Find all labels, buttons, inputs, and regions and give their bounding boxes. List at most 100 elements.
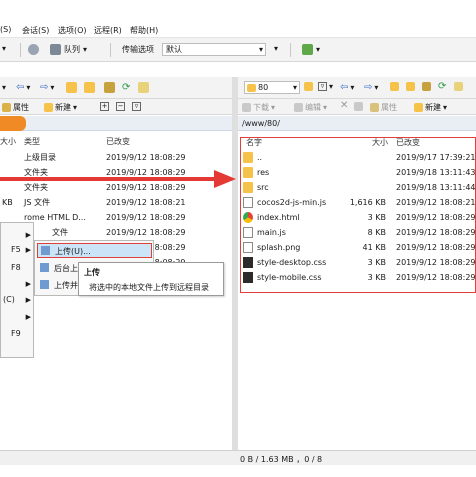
local-drive-dropdown[interactable]: ▾ — [2, 83, 6, 92]
menu-bar: (S) 会话(S) 选项(O) 远程(R) 帮助(H) — [0, 20, 476, 38]
submenu-item-upload-label: 上传(U)... — [55, 247, 91, 256]
spacer — [0, 63, 476, 77]
chevron-down-icon: ▾ — [2, 83, 7, 92]
find-icon — [454, 82, 463, 91]
remote-action-toolbar: 下载 ▾ 编辑 ▾ ✕ 属性 新建 ▾ — [238, 99, 476, 115]
menu-item-help[interactable]: 帮助(H) — [130, 25, 158, 36]
context-menu-item-f8[interactable]: F8 — [11, 263, 21, 272]
new-label: 新建 — [425, 103, 441, 112]
submenu-arrow-icon: ▶ — [25, 313, 31, 321]
remote-open-button[interactable] — [304, 82, 313, 91]
remote-refresh-button[interactable]: ⟳ — [438, 81, 446, 92]
toolbar-dropdown[interactable]: ▾ — [2, 44, 6, 53]
refresh-icon: ⟳ — [438, 81, 447, 92]
local-row[interactable]: rome HTML D... 2019/9/12 18:08:29 — [0, 210, 232, 224]
local-root-button[interactable] — [84, 82, 95, 93]
remote-path-bar[interactable]: /www/80/ — [238, 116, 476, 131]
remote-properties-button[interactable]: 属性 — [370, 102, 397, 113]
submenu-arrow-icon: ▶ — [25, 296, 31, 304]
menu-item-options[interactable]: 选项(O) — [58, 25, 87, 36]
local-unselect-button[interactable]: − — [116, 102, 125, 111]
sync-button[interactable] — [28, 44, 39, 55]
remote-new-button[interactable]: 新建 ▾ — [414, 102, 447, 113]
remote-find-button[interactable] — [454, 82, 463, 91]
status-text: 0 B / 1.63 MB ，0 / 8 — [240, 455, 323, 464]
chevron-down-icon: ▾ — [323, 103, 328, 112]
properties-icon — [2, 103, 11, 112]
local-col-type[interactable]: 类型 — [24, 136, 40, 147]
remote-up-button[interactable] — [390, 82, 399, 91]
remote-delete-button[interactable]: ✕ — [340, 100, 348, 111]
chevron-down-icon: ▾ — [443, 103, 448, 112]
red-arrow-icon — [0, 170, 236, 188]
local-up-button[interactable] — [66, 82, 77, 93]
remote-edit-button[interactable]: 编辑 ▾ — [294, 102, 327, 113]
forward-arrow-icon: ⇨ — [40, 82, 49, 93]
submenu-arrow-icon: ▶ — [25, 280, 31, 288]
folder-up-icon — [66, 82, 77, 93]
remote-filter-button[interactable]: ▿ ▾ — [318, 82, 333, 91]
back-arrow-icon: ⇦ — [16, 82, 25, 93]
queue-label: 队列 — [64, 45, 80, 54]
local-refresh-button[interactable]: ⟳ — [122, 82, 130, 93]
local-row[interactable]: KB JS 文件 2019/9/12 18:08:21 — [0, 195, 232, 209]
filter-icon: ▿ — [318, 82, 327, 91]
context-menu-item-upload[interactable]: F5 — [11, 245, 21, 254]
menu-item-session-tail[interactable]: (S) — [0, 25, 11, 34]
home-icon — [422, 82, 431, 91]
local-col-modified[interactable]: 已改变 — [106, 136, 130, 147]
local-select-button[interactable]: + — [100, 102, 109, 111]
transfer-option-value: 默认 — [166, 45, 182, 54]
remote-root-button[interactable] — [406, 82, 415, 91]
chevron-down-icon: ▾ — [374, 83, 379, 92]
new-folder-icon — [414, 103, 423, 112]
home-icon — [104, 82, 115, 93]
download-label: 下载 — [253, 103, 269, 112]
context-menu-item-c[interactable]: (C) — [3, 295, 15, 304]
chevron-down-icon: ▾ — [329, 82, 334, 91]
new-folder-icon — [44, 103, 53, 112]
remote-rename-button[interactable] — [354, 102, 363, 111]
chevron-down-icon: ▾ — [2, 44, 7, 53]
submenu-arrow-icon: ▶ — [25, 231, 31, 239]
remote-forward-button[interactable]: ⇨ ▾ — [364, 82, 378, 93]
transfer-settings-dropdown[interactable]: ▾ — [274, 44, 278, 53]
download-icon — [242, 103, 251, 112]
queue-button[interactable]: 队列 ▾ — [50, 44, 87, 55]
context-menu-item-f9[interactable]: F9 — [11, 329, 21, 338]
local-properties-button[interactable]: 属性 — [2, 102, 29, 113]
tooltip: 上传 将选中的本地文件上传到远程目录 — [78, 262, 224, 296]
forward-arrow-icon: ⇨ — [364, 82, 373, 93]
local-row[interactable]: 上级目录 2019/9/12 18:08:29 — [0, 150, 232, 164]
properties-label: 属性 — [381, 103, 397, 112]
local-home-button[interactable] — [104, 82, 115, 93]
remote-download-button[interactable]: 下载 ▾ — [242, 102, 275, 113]
local-filter-button[interactable]: ▿ — [132, 102, 141, 111]
menu-item-session[interactable]: 会话(S) — [22, 25, 49, 36]
connect-button[interactable]: ▾ — [302, 44, 320, 55]
menu-item-remote[interactable]: 远程(R) — [94, 25, 122, 36]
remote-home-button[interactable] — [422, 82, 431, 91]
local-col-size[interactable]: 大小 — [0, 136, 16, 147]
local-row[interactable]: 文件 2019/9/12 18:08:29 — [0, 225, 232, 239]
transfer-option-select[interactable]: 默认 ▾ — [162, 43, 266, 56]
folder-icon — [247, 83, 256, 92]
upload-icon — [41, 246, 50, 255]
local-action-toolbar: 属性 新建 ▾ + − ▿ — [0, 99, 232, 115]
remote-back-button[interactable]: ⇦ ▾ — [340, 82, 354, 93]
chevron-down-icon: ▾ — [50, 83, 55, 92]
local-find-button[interactable] — [138, 82, 149, 93]
local-back-button[interactable]: ⇦ ▾ — [16, 82, 30, 93]
local-new-button[interactable]: 新建 ▾ — [44, 102, 77, 113]
toolbar-separator — [110, 43, 111, 57]
plus-icon: + — [100, 102, 109, 111]
tooltip-title: 上传 — [84, 268, 100, 277]
local-forward-button[interactable]: ⇨ ▾ — [40, 82, 54, 93]
context-menu: ▶ F5 ▶ F8 ▶ (C) ▶ ▶ F9 — [0, 222, 34, 358]
filter-icon: ▿ — [132, 102, 141, 111]
remote-files-highlight — [240, 137, 476, 293]
submenu-item-background-label: 后台上 — [54, 264, 78, 273]
remote-folder-combo[interactable]: 80 ▾ — [244, 81, 300, 94]
submenu-item-upload[interactable]: 上传(U)... — [37, 243, 152, 258]
queue-icon — [50, 44, 61, 55]
